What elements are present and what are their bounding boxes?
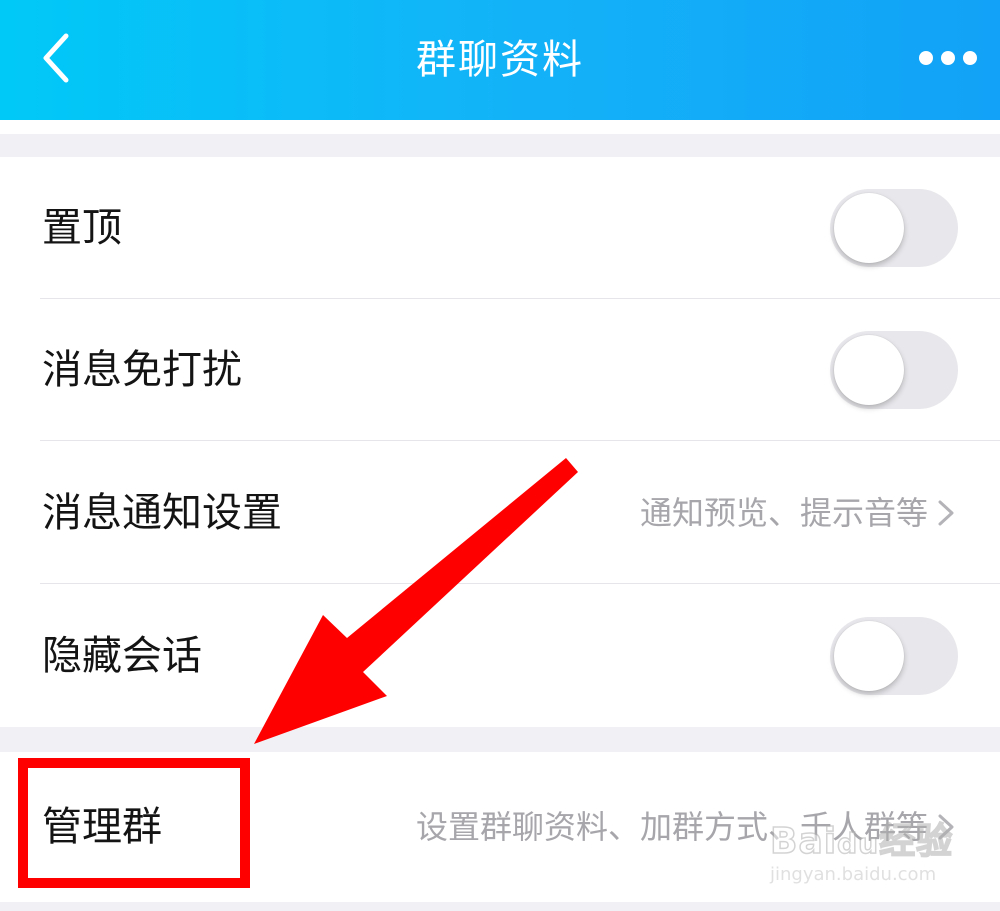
notify-settings-row[interactable]: 消息通知设置 通知预览、提示音等	[0, 442, 1000, 584]
manage-group-detail: 设置群聊资料、加群方式、千人群等	[415, 808, 928, 846]
toggle-knob	[834, 193, 904, 263]
hide-chat-row[interactable]: 隐藏会话	[0, 585, 1000, 727]
page-title: 群聊资料	[416, 37, 584, 83]
pin-toggle[interactable]	[830, 189, 958, 267]
manage-group-label: 管理群	[42, 804, 162, 850]
hide-chat-label: 隐藏会话	[42, 633, 202, 679]
top-strip	[0, 120, 1000, 134]
notify-settings-label: 消息通知设置	[42, 490, 282, 536]
pin-label: 置顶	[42, 205, 122, 251]
manage-group-section: 管理群 设置群聊资料、加群方式、千人群等	[0, 752, 1000, 902]
mute-row[interactable]: 消息免打扰	[0, 299, 1000, 441]
manage-group-row[interactable]: 管理群 设置群聊资料、加群方式、千人群等	[0, 756, 1000, 898]
settings-group: 置顶 消息免打扰 消息通知设置 通知预览、提示音等 隐藏会话	[0, 157, 1000, 727]
chevron-right-icon	[938, 814, 954, 840]
mute-toggle[interactable]	[830, 331, 958, 409]
notify-settings-detail: 通知预览、提示音等	[639, 494, 928, 532]
toggle-knob	[834, 335, 904, 405]
divider	[40, 440, 1000, 441]
toggle-knob	[834, 621, 904, 691]
hide-chat-toggle[interactable]	[830, 617, 958, 695]
chevron-right-icon	[938, 500, 954, 526]
back-button[interactable]	[34, 28, 84, 88]
more-dots-icon	[919, 51, 977, 65]
title-bar: 群聊资料	[0, 0, 1000, 120]
chevron-left-icon	[43, 33, 69, 83]
more-button[interactable]	[910, 40, 980, 80]
pin-row[interactable]: 置顶	[0, 157, 1000, 299]
mute-label: 消息免打扰	[42, 347, 242, 393]
divider	[40, 583, 1000, 584]
